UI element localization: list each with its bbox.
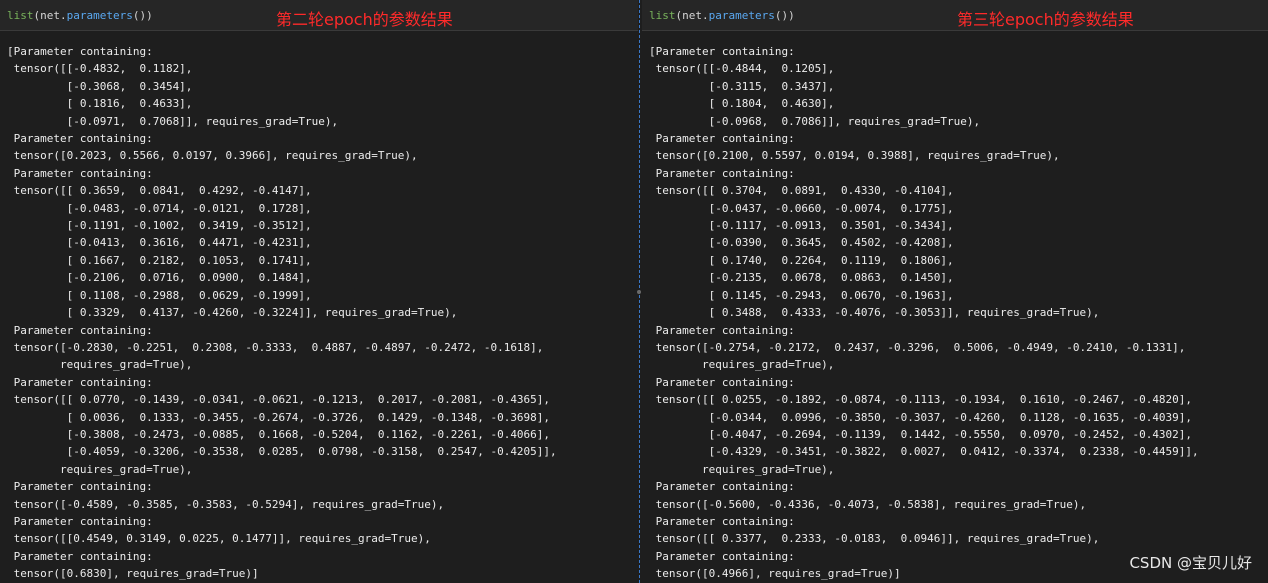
right-cell-code[interactable]: list(net.parameters())	[649, 9, 795, 22]
right-code-attr: parameters	[708, 9, 775, 22]
right-annotation-title: 第三轮epoch的参数结果	[957, 10, 1134, 29]
right-code-open: (net.	[675, 9, 709, 22]
divider-handle[interactable]	[637, 290, 641, 294]
right-cell-output: [Parameter containing: tensor([[-0.4844,…	[649, 45, 1199, 581]
left-cell-code[interactable]: list(net.parameters())	[7, 9, 153, 22]
left-annotation-title: 第二轮epoch的参数结果	[276, 10, 453, 29]
left-cell-output: [Parameter containing: tensor([[-0.4832,…	[7, 45, 557, 581]
watermark: CSDN @宝贝儿好	[1129, 554, 1252, 572]
right-notebook-cell: list(net.parameters()) 第三轮epoch的参数结果 [Pa…	[642, 0, 1268, 583]
right-cell-input[interactable]: list(net.parameters()) 第三轮epoch的参数结果	[642, 0, 1268, 31]
left-code-fn: list	[7, 9, 34, 22]
left-notebook-cell: list(net.parameters()) 第二轮epoch的参数结果 [Pa…	[0, 0, 638, 583]
right-code-close: ())	[774, 9, 795, 22]
left-code-open: (net.	[33, 9, 67, 22]
left-cell-input[interactable]: list(net.parameters()) 第二轮epoch的参数结果	[0, 0, 638, 31]
left-code-attr: parameters	[66, 9, 133, 22]
right-code-fn: list	[649, 9, 676, 22]
left-code-close: ())	[132, 9, 153, 22]
